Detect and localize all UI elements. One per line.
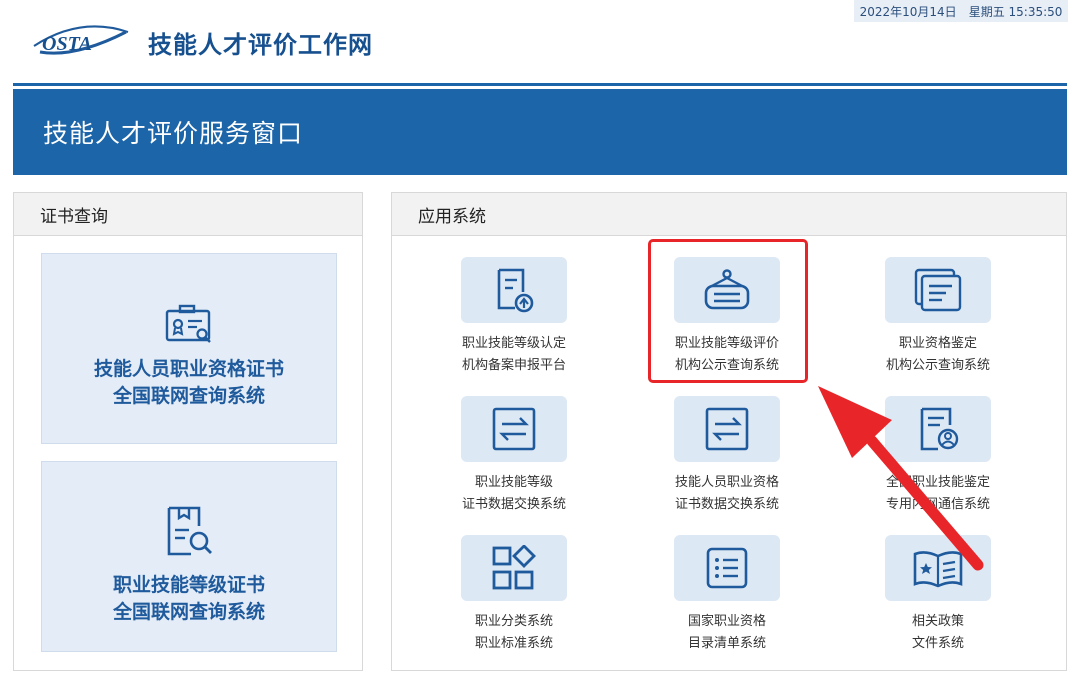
card-title-line1: 技能人员职业资格证书 [93,358,284,380]
app-label-line1: 职业资格鉴定 [898,336,977,351]
card-title-line2: 全国联网查询系统 [112,385,265,407]
app-label-line2: 证书数据交换系统 [461,497,566,512]
app-national-qualification-catalogue[interactable]: 国家职业资格 目录清单系统 [647,535,807,655]
app-label-line1: 职业技能等级认定 [461,336,566,351]
policy-book-icon [885,535,991,601]
card-title-line1: 职业技能等级证书 [112,574,265,596]
document-upload-icon [461,257,567,323]
service-banner: 技能人才评价服务窗口 [13,89,1067,175]
app-label-line2: 证书数据交换系统 [674,497,779,512]
app-skill-level-cert-data-exchange[interactable]: 职业技能等级 证书数据交换系统 [434,396,594,516]
exchange-icon [674,396,780,462]
skill-level-cert-query-card[interactable]: 职业技能等级证书 全国联网查询系统 [41,461,337,652]
categories-icon [461,535,567,601]
app-label-line1: 职业分类系统 [474,614,553,629]
list-icon [674,535,780,601]
exchange-icon [461,396,567,462]
app-label-line1: 职业技能等级 [474,475,553,490]
certificate-search-icon [164,304,214,348]
app-label-line2: 机构公示查询系统 [885,358,990,373]
certificate-query-panel: 证书查询 技能人员职业资格证书 全国联网查询系统 职业技能等级证书 全国联网查询… [13,192,363,671]
app-label-line1: 相关政策 [911,614,964,629]
current-date: 2022年10月14日 [859,4,957,19]
app-label-line2: 机构备案申报平台 [461,358,566,373]
app-vocational-qualification-institution-query[interactable]: 职业资格鉴定 机构公示查询系统 [858,257,1018,377]
app-occupation-classification-standards[interactable]: 职业分类系统 职业标准系统 [434,535,594,655]
vocational-qualification-cert-query-card[interactable]: 技能人员职业资格证书 全国联网查询系统 [41,253,337,444]
app-label-line1: 国家职业资格 [687,614,766,629]
site-title: 技能人才评价工作网 [148,30,373,59]
app-national-appraisal-intranet-communication[interactable]: 全国职业技能鉴定 专用内网通信系统 [858,396,1018,516]
app-label-line2: 目录清单系统 [687,636,766,651]
site-header: OSTA 技能人才评价工作网 [30,20,373,64]
app-policy-documents[interactable]: 相关政策 文件系统 [858,535,1018,655]
card-title-line2: 全国联网查询系统 [112,601,265,623]
datetime-bar: 2022年10月14日 星期五 15:35:50 [854,0,1068,22]
stacked-documents-icon [885,257,991,323]
current-weekday-time: 星期五 15:35:50 [968,4,1063,19]
banner-title: 技能人才评价服务窗口 [43,119,304,148]
user-document-icon [885,396,991,462]
app-label-line2: 职业标准系统 [474,636,553,651]
app-qualification-cert-data-exchange[interactable]: 技能人员职业资格 证书数据交换系统 [647,396,807,516]
logo-text: OSTA [42,33,92,55]
app-label-line2: 专用内网通信系统 [885,497,990,512]
panel-title: 证书查询 [14,193,362,236]
app-label-line2: 文件系统 [911,636,964,651]
app-label-line1: 技能人员职业资格 [674,475,779,490]
header-divider [13,83,1067,86]
panel-title: 应用系统 [392,193,1066,236]
osta-logo[interactable]: OSTA [30,22,132,62]
app-label-line1: 全国职业技能鉴定 [885,475,990,490]
app-skill-level-institution-filing[interactable]: 职业技能等级认定 机构备案申报平台 [434,257,594,377]
highlight-box [648,239,808,383]
document-search-icon [163,504,215,562]
